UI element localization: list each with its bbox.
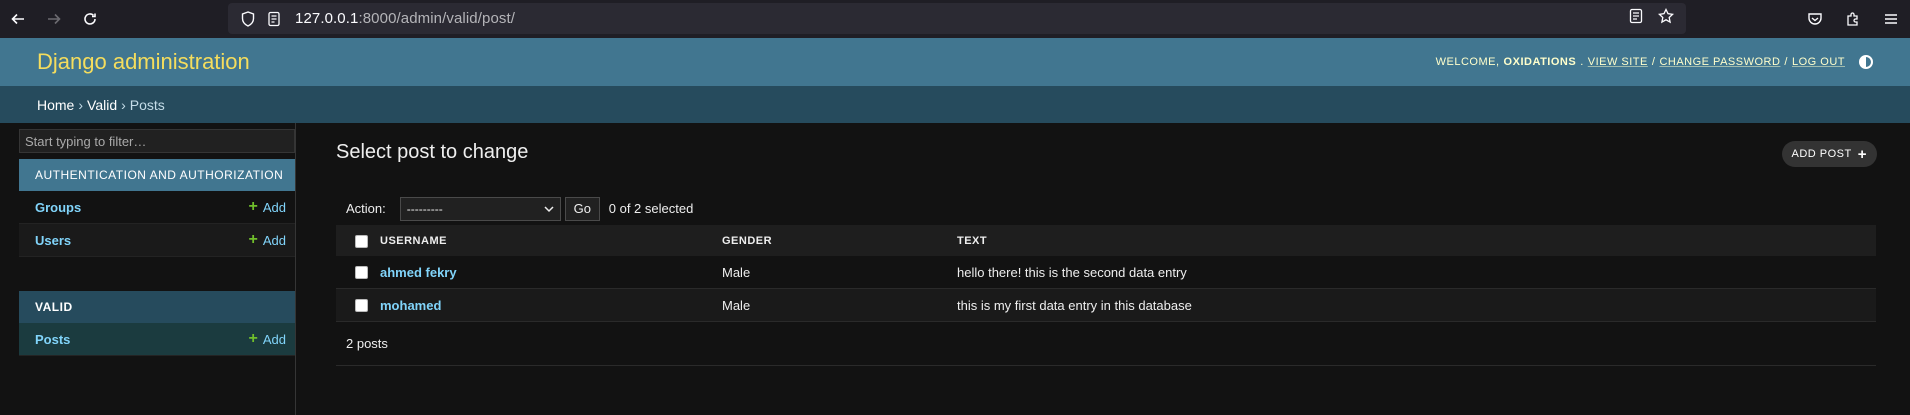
breadcrumb: Home › Valid › Posts [0,86,1910,123]
browser-toolbar: 127.0.0.1:8000/admin/valid/post/ [0,0,1910,38]
bookmark-star-icon[interactable] [1657,7,1675,29]
log-out-link[interactable]: LOG OUT [1792,56,1845,68]
plus-icon: + [248,330,258,347]
menu-icon[interactable] [1872,0,1910,38]
column-gender[interactable]: GENDER [722,235,957,247]
row-text: hello there! this is the second data ent… [957,264,1187,280]
change-password-link[interactable]: CHANGE PASSWORD [1659,56,1780,68]
add-groups-link[interactable]: + Add [249,199,286,215]
row-gender: Male [722,297,751,313]
shield-icon[interactable] [237,10,259,27]
app-caption-valid[interactable]: VALID [19,291,295,323]
table-row: mohamed Male this is my first data entry… [336,289,1876,322]
breadcrumb-current: Posts [129,96,165,113]
actions-bar: Action: --------- Go 0 of 2 selected [336,192,1876,225]
username: OXIDATIONS [1503,56,1577,68]
extensions-icon[interactable] [1834,0,1872,38]
sidebar-item-label[interactable]: Users [35,233,71,248]
pocket-icon[interactable] [1796,0,1834,38]
app-caption-auth[interactable]: AUTHENTICATION AND AUTHORIZATION [19,159,295,191]
paginator: 2 posts [336,322,1876,366]
select-all-checkbox[interactable] [354,234,368,248]
action-select[interactable]: --------- [399,196,561,221]
column-text[interactable]: TEXT [957,235,1876,247]
sidebar-item-groups[interactable]: Groups + Add [19,191,295,224]
row-text: this is my first data entry in this data… [957,297,1192,313]
action-label: Action: [346,201,386,216]
sidebar-item-label[interactable]: Groups [35,200,81,215]
sidebar-item-posts[interactable]: Posts + Add [19,323,295,356]
page-title: Select post to change [336,141,529,163]
table-header: USERNAME GENDER TEXT [336,225,1876,256]
app-valid: VALID Posts + Add [19,291,295,356]
site-header: Django administration WELCOME, OXIDATION… [0,38,1910,86]
breadcrumb-home[interactable]: Home [37,97,74,113]
content-main: Select post to change ADD POST + Action:… [296,123,1910,415]
back-icon[interactable] [0,0,36,38]
column-username[interactable]: USERNAME [380,235,722,247]
row-username-link[interactable]: mohamed [380,298,441,313]
chevron-down-icon [544,205,554,212]
view-site-link[interactable]: VIEW SITE [1588,56,1648,68]
result-list: USERNAME GENDER TEXT ahmed fekry Male he… [336,225,1876,322]
reload-icon[interactable] [72,0,108,38]
selection-counter: 0 of 2 selected [608,201,694,216]
url-bar[interactable]: 127.0.0.1:8000/admin/valid/post/ [228,3,1686,34]
go-button[interactable]: Go [564,196,600,221]
page-info-icon[interactable] [263,11,285,27]
theme-toggle-icon[interactable] [1859,55,1873,69]
sidebar-item-label[interactable]: Posts [35,332,70,347]
plus-icon: + [1857,145,1867,163]
row-checkbox[interactable] [354,265,368,279]
row-gender: Male [722,264,751,280]
row-username-link[interactable]: ahmed fekry [380,265,457,280]
sidebar-item-users[interactable]: Users + Add [19,224,295,257]
nav-sidebar: Start typing to filter… AUTHENTICATION A… [0,123,296,415]
user-tools: WELCOME, OXIDATIONS. VIEW SITE / CHANGE … [1436,55,1873,69]
row-checkbox[interactable] [354,298,368,312]
breadcrumb-app[interactable]: Valid [87,97,117,113]
reader-view-icon[interactable] [1628,8,1644,29]
plus-icon: + [248,198,258,215]
welcome-text: WELCOME, [1435,56,1500,68]
add-posts-link[interactable]: + Add [249,331,286,347]
table-row: ahmed fekry Male hello there! this is th… [336,256,1876,289]
add-users-link[interactable]: + Add [249,232,286,248]
url-text[interactable]: 127.0.0.1:8000/admin/valid/post/ [295,10,515,27]
site-brand[interactable]: Django administration [37,49,250,75]
app-auth: AUTHENTICATION AND AUTHORIZATION Groups … [19,159,295,257]
add-post-button[interactable]: ADD POST + [1781,141,1877,167]
forward-icon[interactable] [36,0,72,38]
nav-filter-input[interactable]: Start typing to filter… [19,129,295,153]
plus-icon: + [248,231,258,248]
